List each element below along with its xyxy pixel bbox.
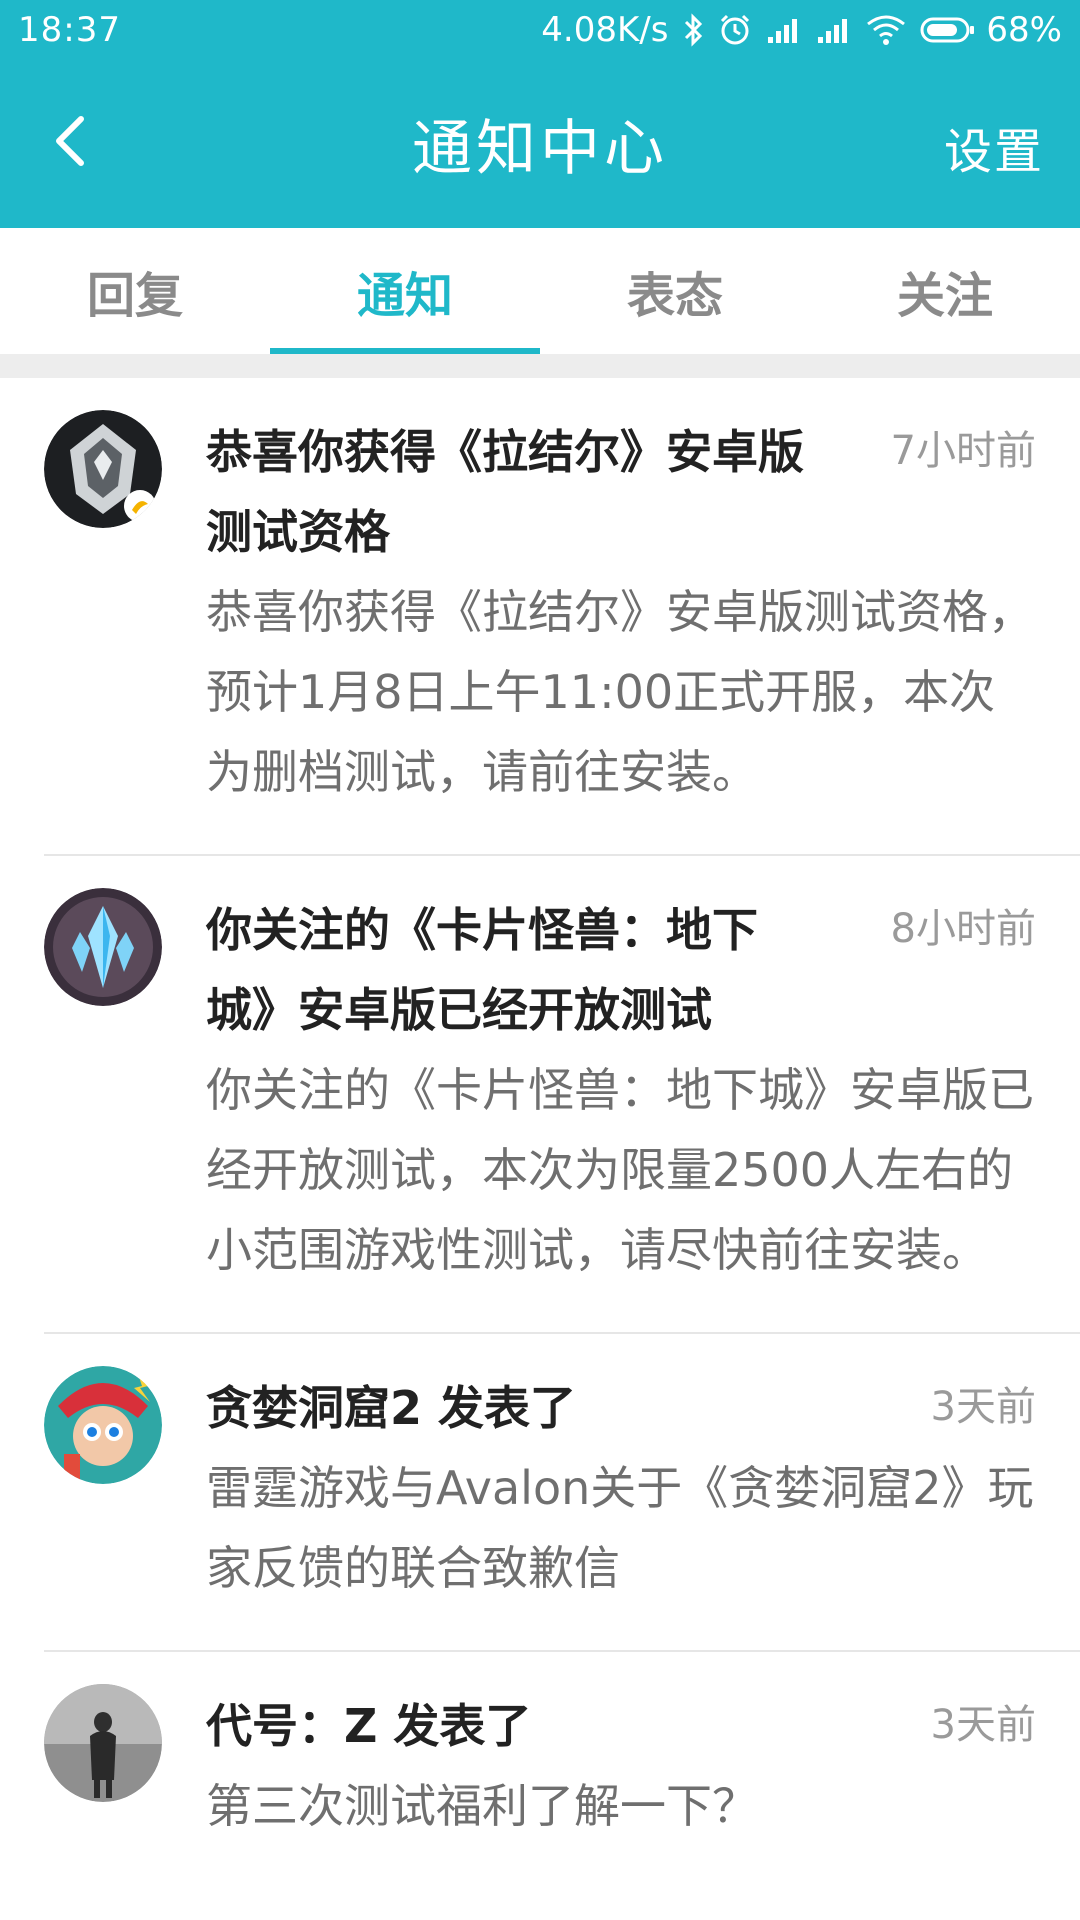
notification-time: 3天前 [930,1384,1036,1430]
notification-title: 恭喜你获得《拉结尔》安卓版测试资格 [206,425,804,559]
battery-icon [920,17,975,43]
avatar [44,1684,162,1802]
notification-item[interactable]: 代号：Z 发表了 3天前 第三次测试福利了解一下？ [44,1652,1080,1888]
notification-title: 贪婪洞窟2 发表了 [206,1381,577,1435]
tab-follows[interactable]: 关注 [810,228,1080,354]
notification-header: 恭喜你获得《拉结尔》安卓版测试资格 7小时前 [206,412,1036,572]
signal-icon-1 [766,15,802,45]
network-speed: 4.08K/s [541,10,669,50]
status-icons: 4.08K/s 68% [541,10,1062,50]
notification-title: 你关注的《卡片怪兽：地下城》安卓版已经开放测试 [206,903,758,1037]
avatar [44,1366,162,1484]
notification-header: 贪婪洞窟2 发表了 3天前 [206,1368,1036,1448]
wifi-icon [866,14,906,46]
notification-title: 代号：Z 发表了 [206,1699,532,1753]
app-header: 18:37 4.08K/s 68% 通知中心 设置 [0,0,1080,228]
avatar [44,888,162,1006]
notification-time: 3天前 [930,1702,1036,1748]
page-title: 通知中心 [412,114,668,184]
status-time: 18:37 [18,10,121,50]
avatar [44,410,162,528]
notification-item[interactable]: 恭喜你获得《拉结尔》安卓版测试资格 7小时前 恭喜你获得《拉结尔》安卓版测试资格… [44,378,1080,856]
notification-time: 7小时前 [890,428,1036,474]
notification-body: 你关注的《卡片怪兽：地下城》安卓版已经开放测试，本次为限量2500人左右的小范围… [206,1063,1034,1277]
battery-percent: 68% [986,10,1062,50]
battery-indicator: 68% [920,10,1062,50]
notification-body: 第三次测试福利了解一下？ [206,1779,758,1833]
bluetooth-icon [682,13,704,47]
title-bar: 通知中心 设置 [0,82,1080,202]
section-divider [0,354,1080,378]
status-bar: 18:37 4.08K/s 68% [0,0,1080,64]
notification-item[interactable]: 贪婪洞窟2 发表了 3天前 雷霆游戏与Avalon关于《贪婪洞窟2》玩家反馈的联… [44,1334,1080,1652]
notification-item[interactable]: 你关注的《卡片怪兽：地下城》安卓版已经开放测试 8小时前 你关注的《卡片怪兽：地… [44,856,1080,1334]
notification-list: 恭喜你获得《拉结尔》安卓版测试资格 7小时前 恭喜你获得《拉结尔》安卓版测试资格… [0,378,1080,1888]
notification-body: 恭喜你获得《拉结尔》安卓版测试资格，预计1月8日上午11:00正式开服，本次为删… [206,585,1034,799]
alarm-icon [718,13,752,47]
settings-button[interactable]: 设置 [944,112,1044,182]
tab-notifications[interactable]: 通知 [270,228,540,354]
tab-reactions[interactable]: 表态 [540,228,810,354]
notification-header: 你关注的《卡片怪兽：地下城》安卓版已经开放测试 8小时前 [206,890,1036,1050]
tab-replies[interactable]: 回复 [0,228,270,354]
notification-body: 雷霆游戏与Avalon关于《贪婪洞窟2》玩家反馈的联合致歉信 [206,1461,1034,1595]
signal-icon-2 [816,15,852,45]
tab-bar: 回复 通知 表态 关注 [0,228,1080,354]
notification-header: 代号：Z 发表了 3天前 [206,1686,1036,1766]
notification-time: 8小时前 [890,906,1036,952]
